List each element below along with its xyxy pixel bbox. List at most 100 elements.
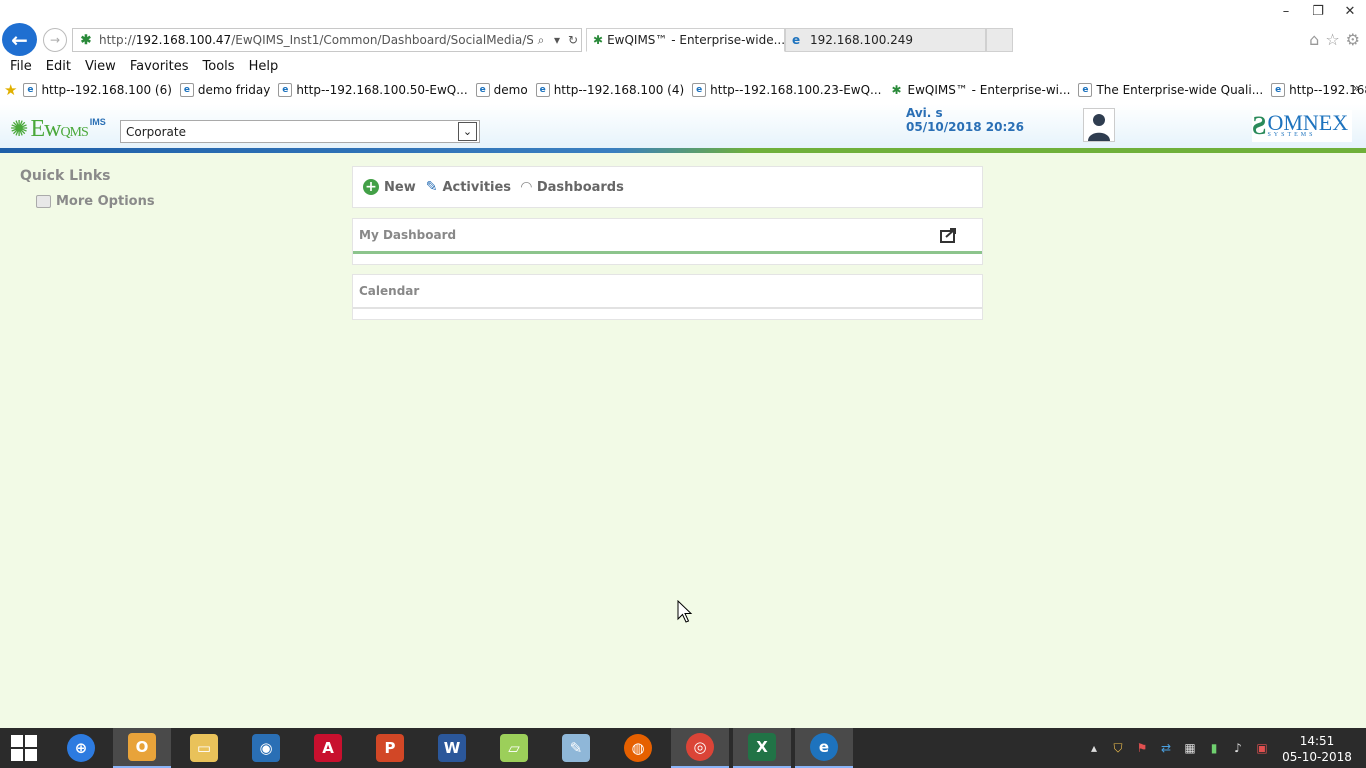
favorite-link[interactable]: e http--192.168.100 (6) (23, 83, 172, 97)
windows-logo-icon (11, 735, 37, 761)
settings-gear-icon[interactable]: ⚙ (1346, 30, 1360, 49)
favorite-link[interactable]: e demo (475, 83, 528, 97)
favorite-label: demo (493, 83, 528, 97)
language-icon[interactable]: ▣ (1254, 740, 1270, 756)
taskbar-internet-explorer[interactable]: e (795, 728, 853, 768)
clock[interactable]: 14:51 05-10-2018 (1282, 733, 1352, 765)
forward-button[interactable]: → (43, 28, 67, 52)
dashboards-button[interactable]: ◠ Dashboards (521, 179, 624, 195)
url-path: /EwQIMS_Inst1/Common/Dashboard/SocialMed… (231, 33, 533, 47)
home-icon[interactable]: ⌂ (1309, 30, 1319, 49)
taskbar-safari[interactable]: ⊕ (52, 728, 110, 768)
acrobat-icon: A (314, 734, 342, 762)
favorite-label: http--192.168.100 (6) (41, 83, 172, 97)
panel-header: My Dashboard (353, 219, 982, 251)
panel-title: My Dashboard (359, 228, 457, 242)
user-silhouette-icon (1088, 114, 1110, 141)
url-prefix: http:// (99, 33, 136, 47)
ie-page-icon: e (1078, 83, 1093, 97)
omnex-wordmark: OMNEX SYSTEMS (1267, 112, 1348, 139)
omnex-logo: Ƨ OMNEX SYSTEMS (1252, 110, 1352, 142)
tab-ewqims[interactable]: ✱ EwQIMS™ - Enterprise-wide... ✕ (586, 28, 785, 52)
favorite-link[interactable]: e The Enterprise-wide Quali... (1078, 83, 1263, 97)
user-datetime: 05/10/2018 20:26 (906, 120, 1024, 134)
ie-page-icon: e (1271, 83, 1286, 97)
activities-button[interactable]: ✎ Activities (426, 179, 511, 195)
new-tab-button[interactable] (986, 28, 1013, 52)
app-header: ✺ EwQMS IMS Corporate ⌄ Avi. s 05/10/201… (0, 104, 1366, 148)
chevron-right-icon[interactable]: » (1353, 81, 1360, 95)
favorites-star-icon[interactable]: ★ (4, 81, 17, 99)
system-tray: ▴ ⛉ ⚑ ⇄ ▦ ▮ ♪ ▣ (1086, 728, 1270, 768)
favorites-star-icon[interactable]: ☆ (1325, 30, 1339, 49)
omnex-mark-icon: Ƨ (1252, 111, 1267, 140)
favorite-link[interactable]: e http--192.168.100.23-EwQ... (692, 83, 882, 97)
chevron-up-icon[interactable]: ▴ (1086, 740, 1102, 756)
dropdown-icon[interactable]: ▾ (549, 31, 565, 49)
new-button[interactable]: + New (363, 179, 416, 195)
tab-label: EwQIMS™ - Enterprise-wide... (607, 33, 785, 47)
refresh-icon[interactable]: ↻ (565, 31, 581, 49)
taskbar-notepad[interactable]: ✎ (547, 728, 605, 768)
restore-button[interactable]: ❐ (1302, 0, 1334, 22)
export-icon[interactable] (940, 227, 958, 243)
minimize-button[interactable]: – (1270, 0, 1302, 22)
outlook-icon: O (128, 733, 156, 761)
chevron-down-icon[interactable]: ⌄ (458, 122, 477, 141)
app-logo[interactable]: ✺ EwQMS IMS (10, 116, 106, 143)
menu-tools[interactable]: Tools (196, 59, 242, 74)
favorite-link[interactable]: e http--192.168.100.50-EwQ... (278, 83, 468, 97)
folder-icon: ▭ (190, 734, 218, 762)
mouse-cursor-icon (677, 600, 693, 623)
tab-label: 192.168.100.249 (810, 33, 914, 47)
taskbar-firefox[interactable]: ◍ (609, 728, 667, 768)
battery-icon[interactable]: ▮ (1206, 740, 1222, 756)
taskbar-powerpoint[interactable]: P (361, 728, 419, 768)
close-window-button[interactable]: ✕ (1334, 0, 1366, 22)
favorite-link[interactable]: e demo friday (179, 83, 271, 97)
taskbar-word[interactable]: W (423, 728, 481, 768)
word-icon: W (438, 734, 466, 762)
favorite-link[interactable]: ✱ EwQIMS™ - Enterprise-wi... (890, 83, 1071, 97)
address-url[interactable]: http://192.168.100.47/EwQIMS_Inst1/Commo… (95, 33, 533, 47)
favorite-link[interactable]: e http--192.168.100 (4) (535, 83, 684, 97)
teamviewer-icon[interactable]: ⇄ (1158, 740, 1174, 756)
dashboards-label: Dashboards (536, 179, 624, 195)
taskbar-file-explorer[interactable]: ▭ (175, 728, 233, 768)
back-button[interactable]: ← (2, 23, 37, 56)
panel-title: Calendar (359, 284, 420, 298)
app-body: Quick Links More Options + New ✎ Activit… (0, 153, 1366, 728)
taskbar-chrome[interactable]: ◎ (671, 728, 729, 768)
flag-icon[interactable]: ⚑ (1134, 740, 1150, 756)
menu-favorites[interactable]: Favorites (123, 59, 196, 74)
menu-view[interactable]: View (78, 59, 123, 74)
shield-icon[interactable]: ⛉ (1110, 740, 1126, 756)
location-select[interactable]: Corporate ⌄ (120, 120, 480, 143)
chrome-icon: ◎ (686, 733, 714, 761)
panel-header: Calendar (353, 275, 982, 307)
menu-edit[interactable]: Edit (39, 59, 78, 74)
search-icon[interactable]: ⌕ (533, 31, 549, 49)
network-icon[interactable]: ▦ (1182, 740, 1198, 756)
panel-body (353, 254, 982, 264)
favorite-label: demo friday (197, 83, 271, 97)
favorites-bar: ★ e http--192.168.100 (6) e demo friday eh… (0, 79, 1366, 101)
taskbar-acrobat[interactable]: A (299, 728, 357, 768)
menu-help[interactable]: Help (242, 59, 286, 74)
volume-icon[interactable]: ♪ (1230, 740, 1246, 756)
new-label: New (384, 179, 416, 195)
taskbar-camera[interactable]: ◉ (237, 728, 295, 768)
address-bar[interactable]: ✱ http://192.168.100.47/EwQIMS_Inst1/Com… (72, 28, 582, 52)
taskbar-outlook[interactable]: O (113, 728, 171, 768)
browser-nav-row: ← → ✱ http://192.168.100.47/EwQIMS_Inst1… (0, 22, 1366, 56)
taskbar-excel[interactable]: X (733, 728, 791, 768)
tab-ip[interactable]: e 192.168.100.249 (785, 28, 986, 52)
start-button[interactable] (0, 728, 48, 768)
menu-file[interactable]: File (3, 59, 39, 74)
favorite-label: EwQIMS™ - Enterprise-wi... (907, 83, 1071, 97)
location-select-value: Corporate (126, 124, 186, 139)
more-options-link[interactable]: More Options (36, 194, 155, 209)
taskbar-file-manager[interactable]: ▱ (485, 728, 543, 768)
safari-icon: ⊕ (67, 734, 95, 762)
avatar[interactable] (1083, 108, 1115, 142)
